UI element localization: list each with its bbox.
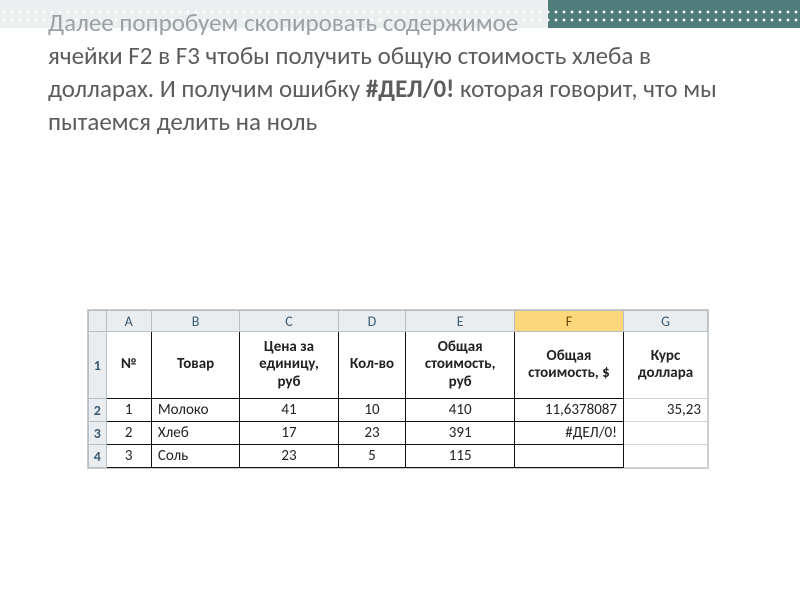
header-total-rub[interactable]: Общая стоимость, руб [406, 332, 515, 399]
cell-G4[interactable] [624, 445, 708, 468]
cell-A4[interactable]: 3 [106, 445, 151, 468]
table-row: 4 3 Соль 23 5 115 [89, 445, 708, 468]
row-number-1[interactable]: 1 [89, 332, 107, 399]
header-n[interactable]: № [106, 332, 151, 399]
col-letter-B[interactable]: B [151, 311, 240, 332]
cell-E2[interactable]: 410 [406, 399, 515, 422]
col-letter-G[interactable]: G [624, 311, 708, 332]
cell-F3[interactable]: #ДЕЛ/0! [514, 422, 623, 445]
col-letter-F[interactable]: F [514, 311, 623, 332]
cell-C3[interactable]: 17 [240, 422, 338, 445]
cell-G3[interactable] [624, 422, 708, 445]
cell-C4[interactable]: 23 [240, 445, 338, 468]
cell-C2[interactable]: 41 [240, 399, 338, 422]
corner-cell[interactable] [89, 311, 107, 332]
row-number-3[interactable]: 3 [89, 422, 107, 445]
table-row: 3 2 Хлеб 17 23 391 #ДЕЛ/0! [89, 422, 708, 445]
cell-D2[interactable]: 10 [338, 399, 406, 422]
col-letter-E[interactable]: E [406, 311, 515, 332]
row-number-4[interactable]: 4 [89, 445, 107, 468]
cell-D3[interactable]: 23 [338, 422, 406, 445]
slide-body-text: Далее попробуем скопировать содержимое я… [48, 6, 752, 138]
cell-F4[interactable] [514, 445, 623, 468]
header-rate[interactable]: Курс доллара [624, 332, 708, 399]
col-letter-C[interactable]: C [240, 311, 338, 332]
slide-line1: Далее попробуем скопировать содержимое [48, 7, 518, 38]
header-qty[interactable]: Кол-во [338, 332, 406, 399]
cell-E4[interactable]: 115 [406, 445, 515, 468]
cell-G2[interactable]: 35,23 [624, 399, 708, 422]
col-letter-D[interactable]: D [338, 311, 406, 332]
cell-D4[interactable]: 5 [338, 445, 406, 468]
col-letter-A[interactable]: A [106, 311, 151, 332]
cell-A2[interactable]: 1 [106, 399, 151, 422]
cell-B3[interactable]: Хлеб [151, 422, 240, 445]
header-price[interactable]: Цена за единицу, руб [240, 332, 338, 399]
table-row: 2 1 Молоко 41 10 410 11,6378087 35,23 [89, 399, 708, 422]
header-item[interactable]: Товар [151, 332, 240, 399]
header-total-usd[interactable]: Общая стоимость, $ [514, 332, 623, 399]
cell-E3[interactable]: 391 [406, 422, 515, 445]
cell-B4[interactable]: Соль [151, 445, 240, 468]
spreadsheet: A B C D E F G 1 № Товар Цена за единицу,… [88, 310, 708, 468]
row-number-2[interactable]: 2 [89, 399, 107, 422]
cell-B2[interactable]: Молоко [151, 399, 240, 422]
cell-A3[interactable]: 2 [106, 422, 151, 445]
error-code: #ДЕЛ/0! [366, 73, 454, 104]
table-header-row: 1 № Товар Цена за единицу, руб Кол-во Об… [89, 332, 708, 399]
column-letters-row: A B C D E F G [89, 311, 708, 332]
spreadsheet-table: A B C D E F G 1 № Товар Цена за единицу,… [88, 310, 708, 468]
cell-F2[interactable]: 11,6378087 [514, 399, 623, 422]
